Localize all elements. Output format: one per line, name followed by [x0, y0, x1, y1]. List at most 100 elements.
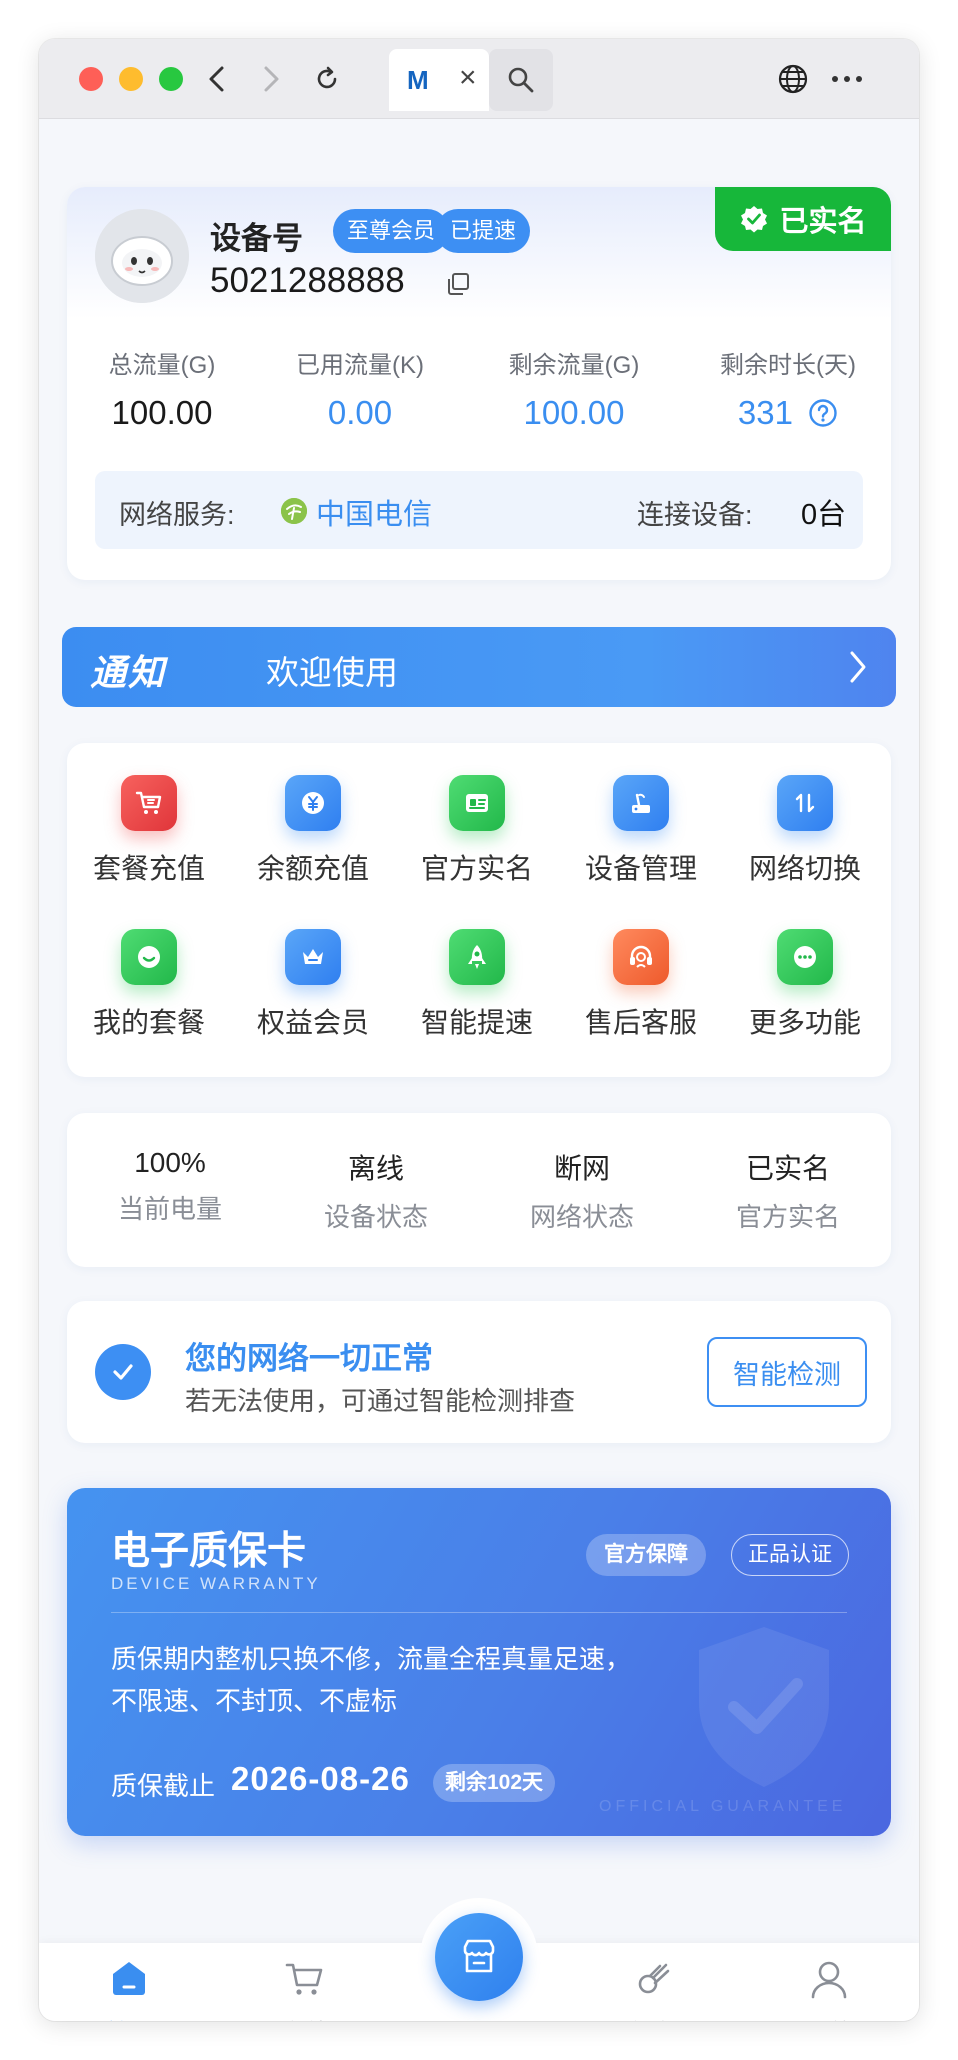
grid-item-smart-speedup[interactable]: 智能提速 [395, 929, 559, 1041]
grid-item-device-manage[interactable]: 设备管理 [559, 775, 723, 887]
nav-tasks[interactable]: 任务 [593, 1957, 713, 2021]
status-network: 断网 网络状态 [479, 1147, 685, 1234]
status-value: 100% [134, 1147, 206, 1178]
status-device: 离线 设备状态 [273, 1147, 479, 1234]
grid-item-label: 设备管理 [584, 853, 697, 884]
nav-recharge[interactable]: 充值 [245, 1957, 365, 2021]
network-service-label: 网络服务: [119, 500, 235, 530]
device-status-card: 100% 当前电量 离线 设备状态 断网 网络状态 已实名 官方实名 [67, 1113, 891, 1267]
user-icon [811, 1961, 847, 1999]
grid-item-balance-recharge[interactable]: 余额充值 [231, 775, 395, 887]
nav-mine[interactable]: 我的 [769, 1957, 889, 2021]
status-value: 断网 [553, 1153, 610, 1184]
tab-favicon: M [407, 65, 429, 95]
page-content: 设备号 至尊会员 已提速 5021288888 已实名 总流量(G) 100.0… [39, 119, 919, 2021]
notice-bar[interactable]: 通知 欢迎使用 [62, 627, 896, 707]
stat-value: 331 [737, 394, 793, 431]
grid-item-more-functions[interactable]: 更多功能 [723, 929, 887, 1041]
crown-icon [285, 929, 341, 985]
nav-home[interactable]: 首页 [69, 1957, 189, 2021]
grid-item-my-plan[interactable]: 我的套餐 [67, 929, 231, 1041]
stat-remaining-traffic: 剩余流量(G) 100.00 [479, 345, 669, 432]
more-menu-icon[interactable] [829, 61, 865, 97]
nav-label: 我的 [769, 2014, 889, 2021]
globe-icon[interactable] [775, 61, 811, 97]
official-guarantee-badge: 官方保障 [586, 1534, 706, 1576]
chevron-right-icon [848, 649, 868, 690]
grid-item-label: 更多功能 [748, 1007, 861, 1038]
robot-avatar-icon [95, 209, 189, 303]
stat-total-traffic: 总流量(G) 100.00 [67, 345, 257, 432]
nav-mall-button[interactable] [435, 1913, 523, 2001]
status-battery: 100% 当前电量 [67, 1147, 273, 1226]
browser-window: M × 设备号 至尊会员 已提速 5021288888 已实名 总流量(G) 1… [39, 39, 919, 2021]
grid-item-member-rights[interactable]: 权益会员 [231, 929, 395, 1041]
grid-item-label: 售后客服 [584, 1007, 697, 1038]
notice-tag: 通知 [90, 652, 167, 693]
forward-icon[interactable] [253, 61, 289, 97]
network-service-row: 网络服务: 中国电信 连接设备: 0台 [95, 471, 863, 549]
function-grid: 套餐充值 余额充值 官方实名 设备管理 网络切换 我的套餐 权益会员 智能提速 … [67, 743, 891, 1077]
browser-toolbar: M × [39, 39, 919, 119]
smile-package-icon [121, 929, 177, 985]
stat-label: 总流量(G) [108, 352, 216, 379]
task-comet-icon [638, 1963, 670, 1994]
router-icon [613, 775, 669, 831]
tab-search-button[interactable] [489, 49, 553, 111]
stat-used-traffic: 已用流量(K) 0.00 [265, 345, 455, 432]
rocket-icon [449, 929, 505, 985]
connected-devices-label: 连接设备: [637, 500, 753, 530]
verified-check-icon [741, 206, 768, 233]
grid-item-label: 权益会员 [256, 1007, 369, 1038]
grid-item-network-switch[interactable]: 网络切换 [723, 775, 887, 887]
verified-label: 已实名 [779, 206, 867, 238]
more-chat-icon [777, 929, 833, 985]
stat-label: 剩余流量(G) [508, 352, 640, 379]
grid-item-official-realname[interactable]: 官方实名 [395, 775, 559, 887]
copy-icon[interactable] [445, 271, 471, 302]
warranty-subtitle: DEVICE WARRANTY [111, 1574, 321, 1593]
vip-badge: 至尊会员 [333, 209, 450, 253]
grid-item-label: 套餐充值 [92, 853, 205, 884]
warranty-watermark: OFFICIAL GUARANTEE [599, 1798, 847, 1815]
warranty-divider [111, 1612, 847, 1613]
warranty-title: 电子质保卡 [111, 1530, 307, 1573]
genuine-certified-badge: 正品认证 [731, 1534, 849, 1576]
status-label: 官方实名 [735, 1202, 840, 1232]
close-window-button[interactable] [79, 67, 103, 91]
carrier-name: 中国电信 [316, 499, 433, 531]
check-circle-icon [95, 1344, 151, 1400]
minimize-window-button[interactable] [119, 67, 143, 91]
grid-item-plan-recharge[interactable]: 套餐充值 [67, 775, 231, 887]
grid-item-label: 我的套餐 [92, 1007, 205, 1038]
warranty-card: 电子质保卡 DEVICE WARRANTY 官方保障 正品认证 质保期内整机只换… [67, 1488, 891, 1836]
warranty-deadline-date: 2026-08-26 [231, 1760, 410, 1797]
maximize-window-button[interactable] [159, 67, 183, 91]
store-icon [463, 1939, 495, 1973]
browser-tab[interactable]: M × [389, 49, 489, 111]
reload-icon[interactable] [309, 61, 345, 97]
id-card-icon [449, 775, 505, 831]
help-icon[interactable] [808, 398, 838, 428]
stat-value: 100.00 [111, 394, 213, 431]
shield-check-icon [689, 1622, 839, 1797]
cart-icon [121, 775, 177, 831]
stat-value: 100.00 [523, 394, 625, 431]
tab-close-icon[interactable]: × [459, 61, 477, 95]
warranty-remaining-badge: 剩余102天 [433, 1764, 556, 1802]
grid-item-after-sales[interactable]: 售后客服 [559, 929, 723, 1041]
warranty-description: 质保期内整机只换不修，流量全程真量足速，不限速、不封顶、不虚标 [111, 1644, 632, 1716]
back-icon[interactable] [199, 61, 235, 97]
grid-item-label: 余额充值 [256, 853, 369, 884]
stat-remaining-days: 剩余时长(天) 331 [693, 345, 883, 432]
status-value: 离线 [347, 1153, 404, 1184]
stat-value-wrap: 331 [693, 394, 883, 432]
device-label: 设备号 [210, 221, 303, 256]
avatar[interactable] [95, 209, 189, 303]
status-value: 已实名 [745, 1153, 830, 1184]
network-check-card: 您的网络一切正常 若无法使用，可通过智能检测排查 智能检测 [67, 1301, 891, 1443]
warranty-deadline-label: 质保截止 [111, 1771, 216, 1801]
headset-icon [613, 929, 669, 985]
smart-detect-button[interactable]: 智能检测 [707, 1337, 867, 1407]
grid-item-label: 官方实名 [420, 853, 533, 884]
